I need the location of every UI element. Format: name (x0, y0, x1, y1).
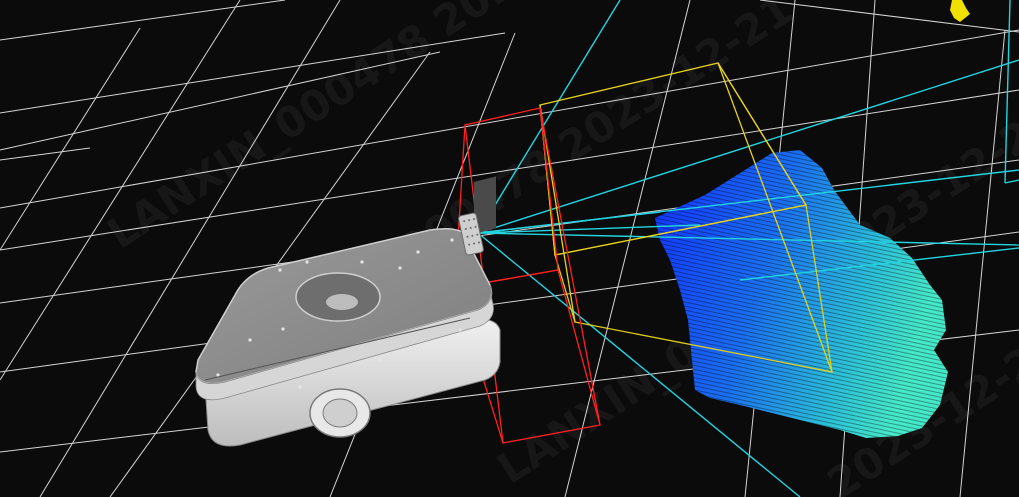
wheel-hub (322, 398, 358, 428)
lift-center (326, 294, 358, 310)
3d-viewport[interactable]: LANXIN_000478 2023-12-21 LANXIN_000478 2… (0, 0, 1019, 497)
